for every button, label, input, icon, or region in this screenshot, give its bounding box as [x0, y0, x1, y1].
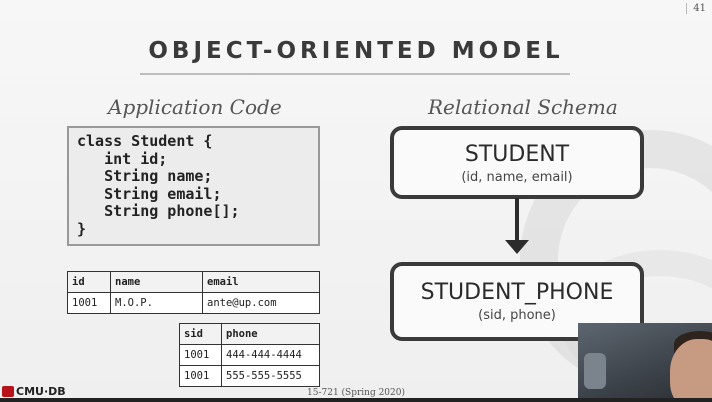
table-row: 1001 M.O.P. ante@up.com	[67, 292, 320, 314]
application-code-heading: Application Code	[108, 95, 282, 119]
table-cell: 555-555-5555	[221, 365, 320, 387]
title-underline	[140, 73, 570, 75]
arrow-head	[505, 240, 529, 254]
column-header: email	[202, 271, 320, 293]
table-cell: 1001	[179, 365, 222, 387]
page-number: 41	[686, 3, 706, 14]
table-row: 1001 555-555-5555	[179, 365, 320, 387]
footer-course-label: 15-721 (Spring 2020)	[307, 388, 405, 398]
column-header: phone	[221, 323, 320, 345]
cmu-db-logo-icon	[2, 386, 14, 397]
column-header: id	[67, 271, 111, 293]
column-header: sid	[179, 323, 222, 345]
presenter-face	[670, 339, 712, 402]
entity-attributes: (id, name, email)	[461, 170, 573, 185]
table-header-row: sid phone	[179, 323, 320, 345]
table-cell: 444-444-4444	[221, 344, 320, 366]
bottom-bar	[0, 398, 712, 402]
student-entity-box: STUDENT (id, name, email)	[390, 126, 644, 199]
student-table: id name email 1001 M.O.P. ante@up.com	[67, 271, 320, 314]
entity-attributes: (sid, phone)	[478, 308, 556, 323]
slide-title: OBJECT-ORIENTED MODEL	[148, 38, 564, 64]
background-object	[584, 353, 606, 389]
column-header: name	[110, 271, 203, 293]
table-row: 1001 444-444-4444	[179, 344, 320, 366]
entity-name: STUDENT_PHONE	[420, 280, 614, 305]
relational-schema-heading: Relational Schema	[428, 95, 618, 119]
table-cell: M.O.P.	[110, 292, 203, 314]
table-cell: ante@up.com	[202, 292, 320, 314]
table-cell: 1001	[179, 344, 222, 366]
webcam-overlay	[578, 323, 712, 402]
logo-text: CMU·DB	[16, 385, 66, 398]
table-header-row: id name email	[67, 271, 320, 293]
student-phone-table: sid phone 1001 444-444-4444 1001 555-555…	[179, 323, 320, 387]
code-block: class Student { int id; String name; Str…	[67, 126, 320, 246]
table-cell: 1001	[67, 292, 111, 314]
entity-name: STUDENT	[464, 142, 570, 167]
slide: 41 OBJECT-ORIENTED MODEL Application Cod…	[0, 0, 712, 402]
cmu-db-logo: CMU·DB	[2, 385, 66, 398]
down-arrow-icon	[515, 198, 519, 242]
